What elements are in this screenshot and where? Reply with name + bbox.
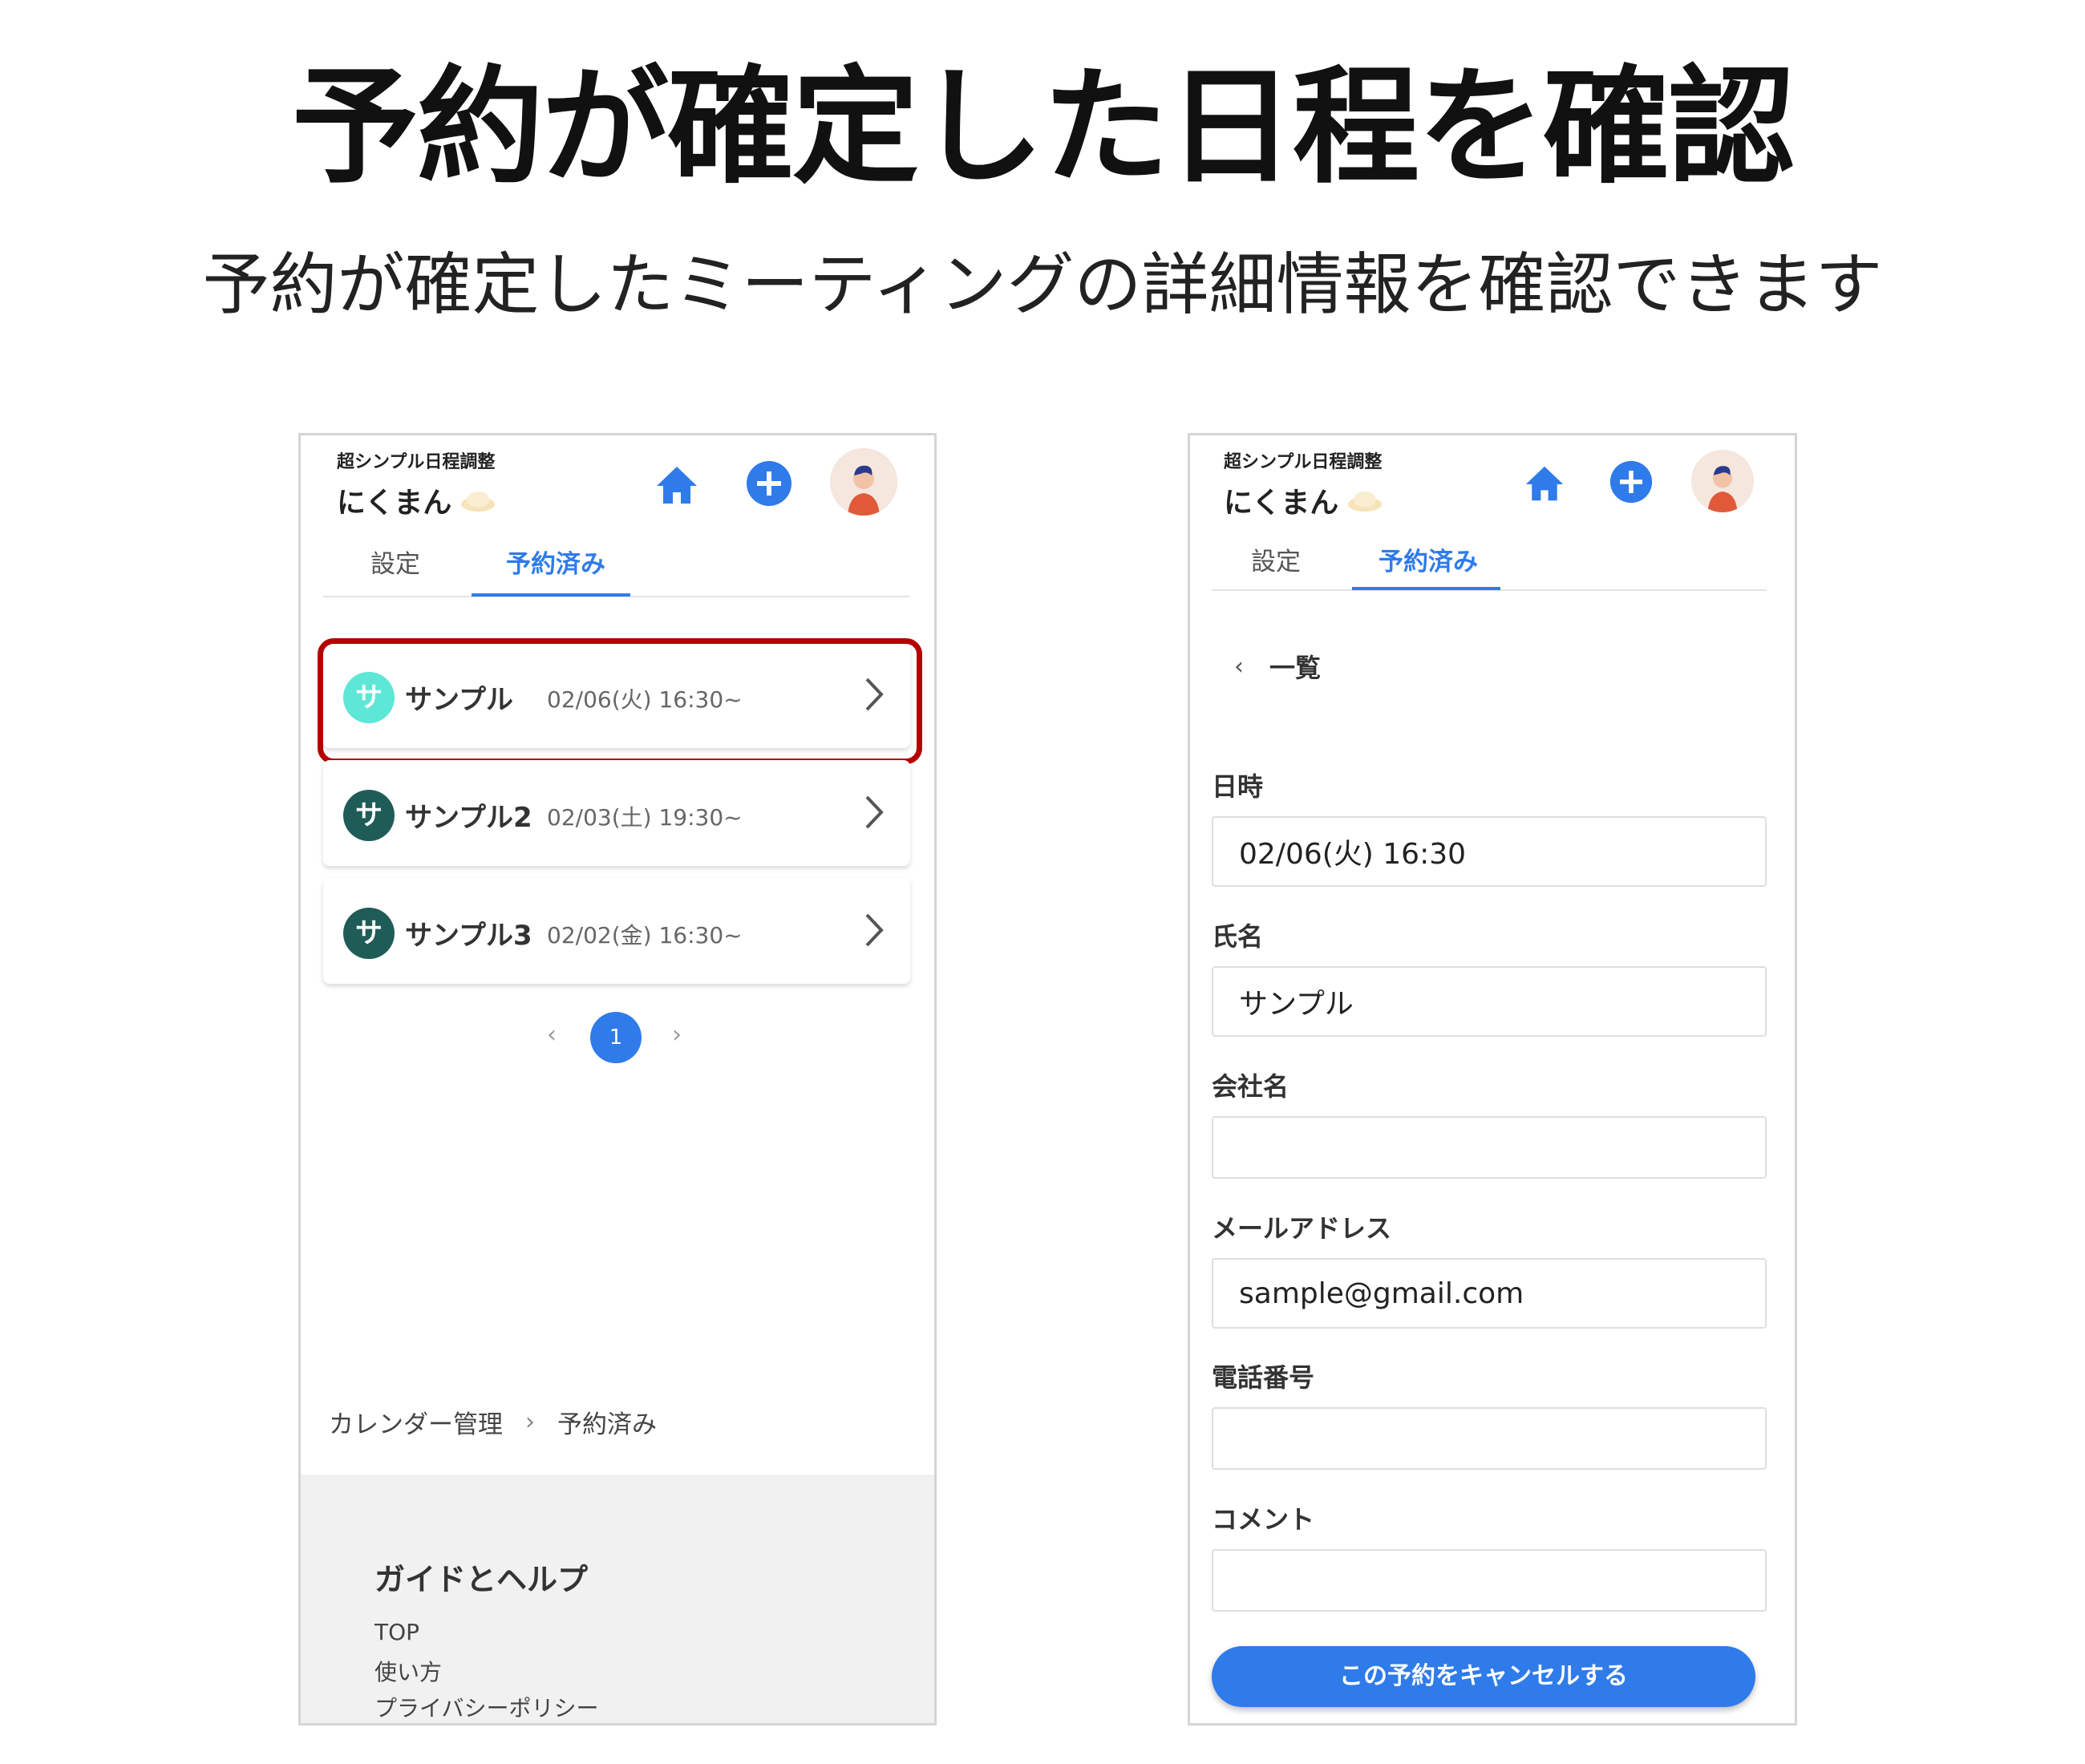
user-avatar[interactable] [1691, 450, 1754, 512]
tab-reserved[interactable]: 予約済み [476, 544, 636, 580]
app-name-label: にくまん [337, 487, 452, 520]
field-label-email: メールアドレス [1212, 1213, 1392, 1244]
app-subtitle: 超シンプル日程調整 [1224, 452, 1383, 472]
tab-bar: 設定 予約済み [1212, 541, 1767, 591]
nikuman-icon [461, 492, 496, 512]
page-headline: 予約が確定した日程を確認 [292, 54, 1795, 201]
pagination-prev[interactable]: ‹ [547, 1021, 557, 1049]
reservation-detail-screen: 超シンプル日程調整 にくまん 設定 予約済み ‹ 一覧 日時 02/06(火) … [1188, 433, 1797, 1726]
active-tab-indicator [1352, 587, 1500, 590]
initial-avatar: サ [343, 908, 395, 959]
breadcrumb-reserved: 予約済み [557, 1410, 657, 1439]
field-company [1212, 1116, 1767, 1179]
page-subheadline: 予約が確定したミーティングの詳細情報を確認できます [202, 245, 1883, 324]
tab-settings[interactable]: 設定 [355, 544, 435, 580]
reservation-name: サンプル2 [405, 802, 532, 834]
field-label-name: 氏名 [1212, 921, 1264, 952]
reservation-list-screen: 超シンプル日程調整 にくまん 設定 予約済み サ サンプル 02/06(火) 1… [298, 433, 937, 1726]
avatar-illustration-icon [830, 448, 897, 516]
footer-link-top[interactable]: TOP [374, 1619, 419, 1645]
field-email: sample@gmail.com [1212, 1258, 1767, 1329]
user-avatar[interactable] [830, 448, 897, 516]
field-name: サンプル [1212, 966, 1767, 1037]
footer-link-privacy[interactable]: プライバシーポリシー [374, 1691, 598, 1723]
breadcrumb-separator: › [525, 1408, 535, 1436]
footer-link-howto[interactable]: 使い方 [374, 1655, 442, 1687]
nikuman-icon [1348, 492, 1383, 512]
field-label-comment: コメント [1212, 1504, 1315, 1535]
home-icon[interactable] [1523, 463, 1566, 504]
pagination-next[interactable]: › [672, 1021, 682, 1049]
tab-reserved[interactable]: 予約済み [1348, 541, 1508, 577]
field-phone [1212, 1407, 1767, 1470]
chevron-left-icon: ‹ [1234, 652, 1244, 681]
app-name[interactable]: にくまん [1224, 479, 1383, 521]
highlight-box [318, 638, 922, 764]
reservation-card[interactable]: サ サンプル2 02/03(土) 19:30~ [323, 760, 910, 866]
reservation-name: サンプル3 [405, 920, 532, 952]
tab-bar: 設定 予約済み [323, 544, 910, 597]
pagination-current-page[interactable]: 1 [590, 1012, 642, 1063]
back-label: 一覧 [1269, 653, 1322, 683]
field-label-datetime: 日時 [1212, 771, 1264, 802]
reservation-datetime: 02/03(土) 19:30~ [547, 804, 743, 831]
chevron-right-icon [865, 795, 884, 829]
app-subtitle: 超シンプル日程調整 [337, 452, 496, 472]
tab-settings[interactable]: 設定 [1236, 541, 1316, 577]
reservation-datetime: 02/02(金) 16:30~ [547, 922, 743, 949]
cancel-reservation-button[interactable]: この予約をキャンセルする [1212, 1646, 1755, 1707]
initial-avatar: サ [343, 790, 395, 841]
footer: ガイドとヘルプ TOP 使い方 プライバシーポリシー [301, 1475, 934, 1723]
footer-title: ガイドとヘルプ [374, 1562, 589, 1597]
breadcrumb-calendar[interactable]: カレンダー管理 [329, 1404, 503, 1440]
field-label-company: 会社名 [1212, 1071, 1289, 1102]
avatar-illustration-icon [1691, 450, 1754, 512]
app-name[interactable]: にくまん [337, 479, 496, 521]
active-tab-indicator [472, 593, 630, 597]
reservation-card[interactable]: サ サンプル3 02/02(金) 16:30~ [323, 878, 910, 984]
add-icon[interactable] [745, 459, 793, 508]
app-name-label: にくまん [1224, 487, 1339, 520]
field-comment [1212, 1549, 1767, 1612]
field-label-phone: 電話番号 [1212, 1362, 1315, 1393]
chevron-right-icon [865, 913, 884, 947]
field-datetime: 02/06(火) 16:30 [1212, 816, 1767, 887]
add-icon[interactable] [1609, 459, 1654, 504]
back-to-list[interactable]: ‹ 一覧 [1234, 648, 1321, 685]
breadcrumb: カレンダー管理 › 予約済み [329, 1404, 657, 1440]
home-icon[interactable] [654, 463, 700, 507]
